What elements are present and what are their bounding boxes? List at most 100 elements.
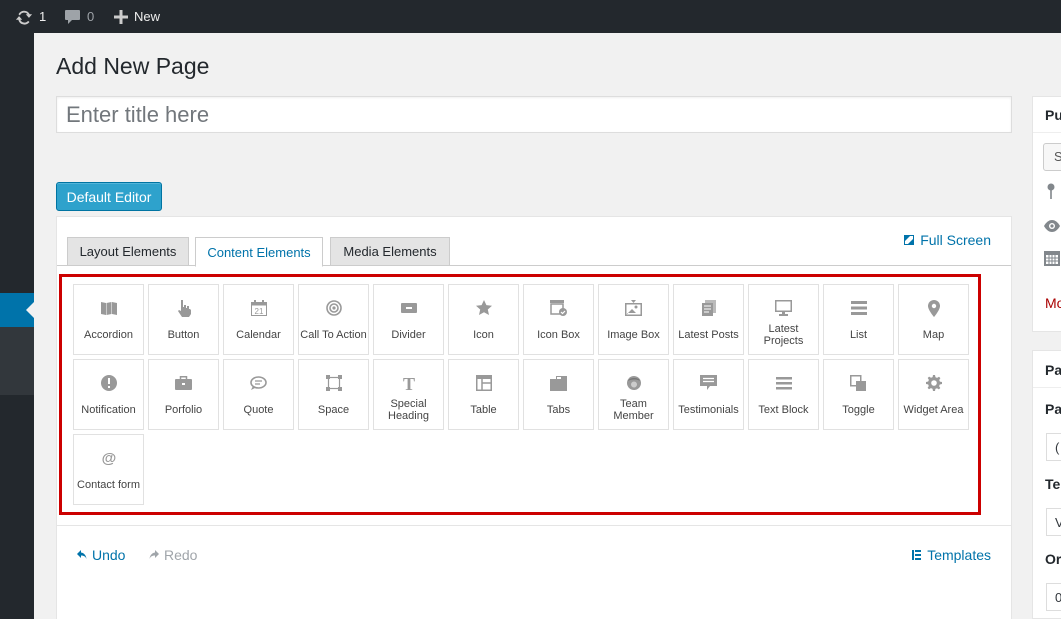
element-image-box[interactable]: Image Box [598, 284, 669, 355]
alert-icon [100, 375, 117, 391]
element-label: Button [167, 329, 200, 341]
map-pin-icon [927, 299, 940, 317]
element-button[interactable]: Button [148, 284, 219, 355]
default-editor-button[interactable]: Default Editor [56, 182, 162, 211]
element-label: Icon Box [537, 329, 580, 341]
element-label: Calendar [236, 329, 281, 341]
comment-icon [65, 9, 80, 24]
element-testimonials[interactable]: Testimonials [673, 359, 744, 430]
hand-pointer-icon [177, 299, 191, 317]
book-icon [100, 302, 117, 315]
text-t-icon: T [402, 375, 414, 392]
divider-icon [400, 303, 417, 313]
text-block-icon [775, 376, 792, 389]
undo-icon [77, 550, 87, 559]
at-sign-icon: @ [101, 450, 116, 466]
templates-icon [912, 550, 922, 560]
crop-icon [325, 375, 342, 391]
element-label: Divider [391, 329, 426, 341]
tab-content-elements[interactable]: Content Elements [195, 237, 323, 267]
element-map[interactable]: Map [898, 284, 969, 355]
template-label: Te [1045, 476, 1061, 492]
icon-box-icon [550, 300, 567, 316]
element-call-to-action[interactable]: Call To Action [298, 284, 369, 355]
element-label: Image Box [607, 329, 660, 341]
new-item[interactable]: New [114, 0, 160, 33]
element-latest-posts[interactable]: Latest Posts [673, 284, 744, 355]
tabs-icon [550, 375, 567, 391]
toggle-icon [850, 374, 866, 391]
element-team-member[interactable]: Team Member [598, 359, 669, 430]
element-toggle[interactable]: Toggle [823, 359, 894, 430]
undo-button[interactable]: Undo [77, 547, 125, 563]
templates-label: Templates [927, 547, 991, 563]
person-icon [626, 375, 641, 390]
comments-item[interactable]: 0 [64, 0, 94, 33]
element-label: Special Heading [388, 398, 429, 422]
element-table[interactable]: Table [448, 359, 519, 430]
element-accordion[interactable]: Accordion [73, 284, 144, 355]
redo-label: Redo [164, 547, 198, 563]
element-label: List [849, 329, 868, 341]
element-label: Porfolio [164, 404, 203, 416]
template-select[interactable]: V [1046, 508, 1061, 536]
updates-count: 1 [39, 9, 47, 24]
undo-label: Undo [92, 547, 126, 563]
table-icon [475, 375, 492, 391]
element-label: Table [470, 404, 497, 416]
submenu[interactable] [0, 327, 34, 395]
element-label: Icon [473, 329, 494, 341]
plus-icon [114, 9, 128, 24]
element-label: Widget Area [903, 404, 964, 416]
element-calendar[interactable]: 21 Calendar [223, 284, 294, 355]
order-input[interactable]: 0 [1046, 583, 1061, 611]
element-label: Latest Projects [763, 323, 804, 347]
tab-layout-elements[interactable]: Layout Elements [67, 237, 189, 266]
element-label: Call To Action [300, 329, 367, 341]
element-tabs[interactable]: Tabs [523, 359, 594, 430]
redo-icon [149, 550, 159, 559]
section-divider [57, 525, 1011, 526]
title-input[interactable] [56, 96, 1012, 133]
element-label: Testimonials [678, 404, 739, 416]
element-icon[interactable]: Icon [448, 284, 519, 355]
element-label: Tabs [546, 404, 571, 416]
redo-button[interactable]: Redo [149, 547, 197, 563]
calendar-icon: 21 [250, 300, 267, 316]
element-label: Space [317, 404, 350, 416]
element-list[interactable]: List [823, 284, 894, 355]
full-screen-label: Full Screen [920, 232, 991, 248]
element-label: Team Member [613, 398, 654, 422]
order-label: Or [1045, 551, 1061, 567]
element-latest-projects[interactable]: Latest Projects [748, 284, 819, 355]
svg-text:@: @ [101, 450, 116, 466]
gear-icon [925, 375, 942, 391]
pin-icon [1047, 183, 1055, 199]
save-draft-button[interactable]: S [1043, 143, 1061, 171]
element-label: Text Block [758, 404, 809, 416]
tab-media-elements[interactable]: Media Elements [330, 237, 450, 266]
move-to-trash-link[interactable]: Mo [1045, 295, 1061, 311]
element-space[interactable]: Space [298, 359, 369, 430]
updates-item[interactable]: 1 [15, 0, 46, 33]
admin-side-menu [0, 33, 34, 619]
element-contact-form[interactable]: @ Contact form [73, 434, 144, 505]
target-icon [325, 300, 342, 316]
menu-item-pages[interactable] [0, 293, 34, 327]
element-special-heading[interactable]: T Special Heading [373, 359, 444, 430]
templates-button[interactable]: Templates [912, 547, 991, 563]
element-label: Toggle [842, 404, 875, 416]
element-porfolio[interactable]: Porfolio [148, 359, 219, 430]
element-divider[interactable]: Divider [373, 284, 444, 355]
refresh-icon [15, 10, 33, 25]
full-screen-link[interactable]: Full Screen [904, 232, 991, 248]
star-icon [475, 300, 492, 315]
monitor-icon [775, 300, 792, 316]
element-quote[interactable]: Quote [223, 359, 294, 430]
parent-select[interactable]: ( [1046, 433, 1061, 461]
element-text-block[interactable]: Text Block [748, 359, 819, 430]
element-icon-box[interactable]: Icon Box [523, 284, 594, 355]
briefcase-icon [175, 376, 192, 390]
element-widget-area[interactable]: Widget Area [898, 359, 969, 430]
element-notification[interactable]: Notification [73, 359, 144, 430]
